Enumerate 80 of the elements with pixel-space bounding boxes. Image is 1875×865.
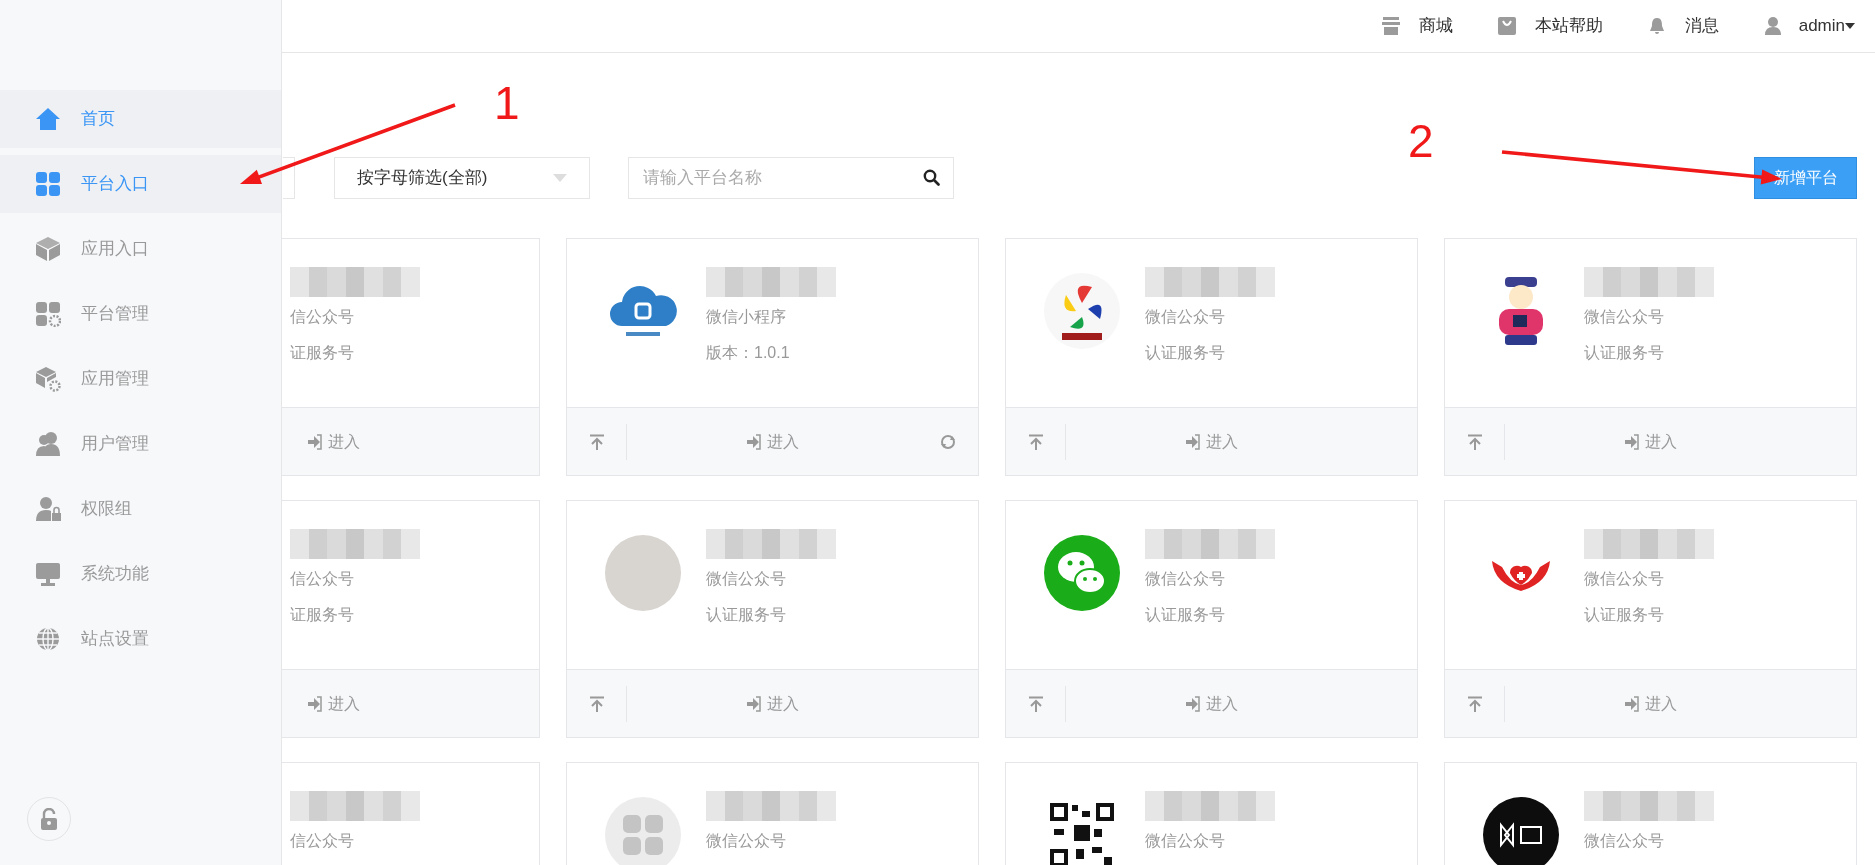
account-type: 微信公众号 (706, 569, 787, 589)
enter-icon (746, 433, 761, 450)
dropdown-caret-icon (553, 174, 567, 182)
account-type: 微信公众号 (1584, 569, 1665, 589)
chat-bubbles-logo-icon (1044, 535, 1120, 611)
annotation-number: 1 (494, 80, 520, 126)
account-type: 微信公众号 (706, 831, 787, 851)
account-type: 微信公众号 (1584, 831, 1665, 851)
add-platform-button[interactable]: 新增平台 (1754, 157, 1857, 199)
enter-icon (1185, 695, 1200, 712)
account-type: 信公众号 (290, 831, 355, 851)
pin-to-top-icon (1027, 433, 1044, 450)
globe-icon (35, 626, 61, 652)
pin-to-top-icon (1027, 695, 1044, 712)
enter-link[interactable]: 进入 (1185, 691, 1238, 716)
top-link[interactable]: 消息 (1646, 13, 1719, 39)
account-detail: 证服务号 (290, 605, 355, 625)
account-detail: 认证服务号 (1145, 605, 1226, 625)
account-detail: 认证服务号 (706, 605, 787, 625)
sidebar-item[interactable]: 站点设置 (0, 610, 281, 668)
sidebar-item[interactable]: 系统功能 (0, 545, 281, 603)
enter-icon (746, 695, 761, 712)
monitor-icon (35, 561, 61, 587)
top-link[interactable]: 本站帮助 (1496, 13, 1603, 39)
sidebar-item[interactable]: 首页 (0, 90, 281, 148)
pin-to-top-icon (588, 433, 605, 450)
user-lock-icon (35, 496, 61, 522)
sidebar-item[interactable]: 平台入口 (0, 155, 281, 213)
enter-link[interactable]: 进入 (1624, 429, 1677, 454)
caret-icon (1845, 23, 1855, 29)
letter-filter-dropdown[interactable]: 按字母筛选(全部) (334, 157, 590, 199)
padlock-icon (39, 808, 59, 830)
pinwheel-logo-icon (1044, 273, 1120, 349)
top-link[interactable]: 商城 (1380, 13, 1453, 39)
house-icon (35, 106, 61, 132)
account-type: 微信公众号 (1584, 307, 1665, 327)
enter-link[interactable]: 进入 (746, 429, 799, 454)
account-type: 信公众号 (290, 307, 355, 327)
sidebar-item[interactable]: 应用管理 (0, 350, 281, 408)
enter-icon (1185, 433, 1200, 450)
pin-to-top-icon (1466, 695, 1483, 712)
pin-to-top-icon (588, 695, 605, 712)
lock-button[interactable] (27, 797, 71, 841)
users-icon (35, 431, 61, 457)
account-detail: 证服务号 (290, 343, 355, 363)
user-icon (1762, 16, 1783, 36)
shopping-bag-icon (1496, 16, 1517, 36)
enter-icon (1624, 433, 1639, 450)
annotation-number: 2 (1408, 118, 1434, 164)
enter-link[interactable]: 进入 (307, 691, 360, 716)
enter-link[interactable]: 进入 (1624, 691, 1677, 716)
account-type: 微信公众号 (1145, 307, 1226, 327)
search-field[interactable]: 请输入平台名称 (628, 157, 954, 199)
account-type: 微信公众号 (1145, 831, 1226, 851)
enter-icon (1624, 695, 1639, 712)
enter-link[interactable]: 进入 (307, 429, 360, 454)
four-squares-icon (35, 171, 61, 197)
search-icon (923, 169, 940, 186)
account-type: 微信公众号 (1145, 569, 1226, 589)
squares-gear-icon (35, 301, 61, 327)
sidebar-item[interactable]: 应用入口 (0, 220, 281, 278)
store-icon (1380, 16, 1401, 36)
enter-link[interactable]: 进入 (746, 691, 799, 716)
user-menu[interactable]: admin (1762, 13, 1855, 39)
pin-to-top-icon (1466, 433, 1483, 450)
sidebar-item[interactable]: 用户管理 (0, 415, 281, 473)
dropdown[interactable] (283, 157, 295, 199)
sidebar-item[interactable]: 平台管理 (0, 285, 281, 343)
account-type: 信公众号 (290, 569, 355, 589)
account-detail: 认证服务号 (1584, 343, 1665, 363)
account-detail: 版本：1.0.1 (706, 343, 791, 363)
account-detail: 认证服务号 (1145, 343, 1226, 363)
cube-icon (35, 236, 61, 262)
account-type: 微信小程序 (706, 307, 787, 327)
sidebar-item[interactable]: 权限组 (0, 480, 281, 538)
enter-icon (307, 433, 322, 450)
enter-icon (307, 695, 322, 712)
enter-link[interactable]: 进入 (1185, 429, 1238, 454)
account-detail: 认证服务号 (1584, 605, 1665, 625)
cube-gear-icon (35, 366, 61, 392)
